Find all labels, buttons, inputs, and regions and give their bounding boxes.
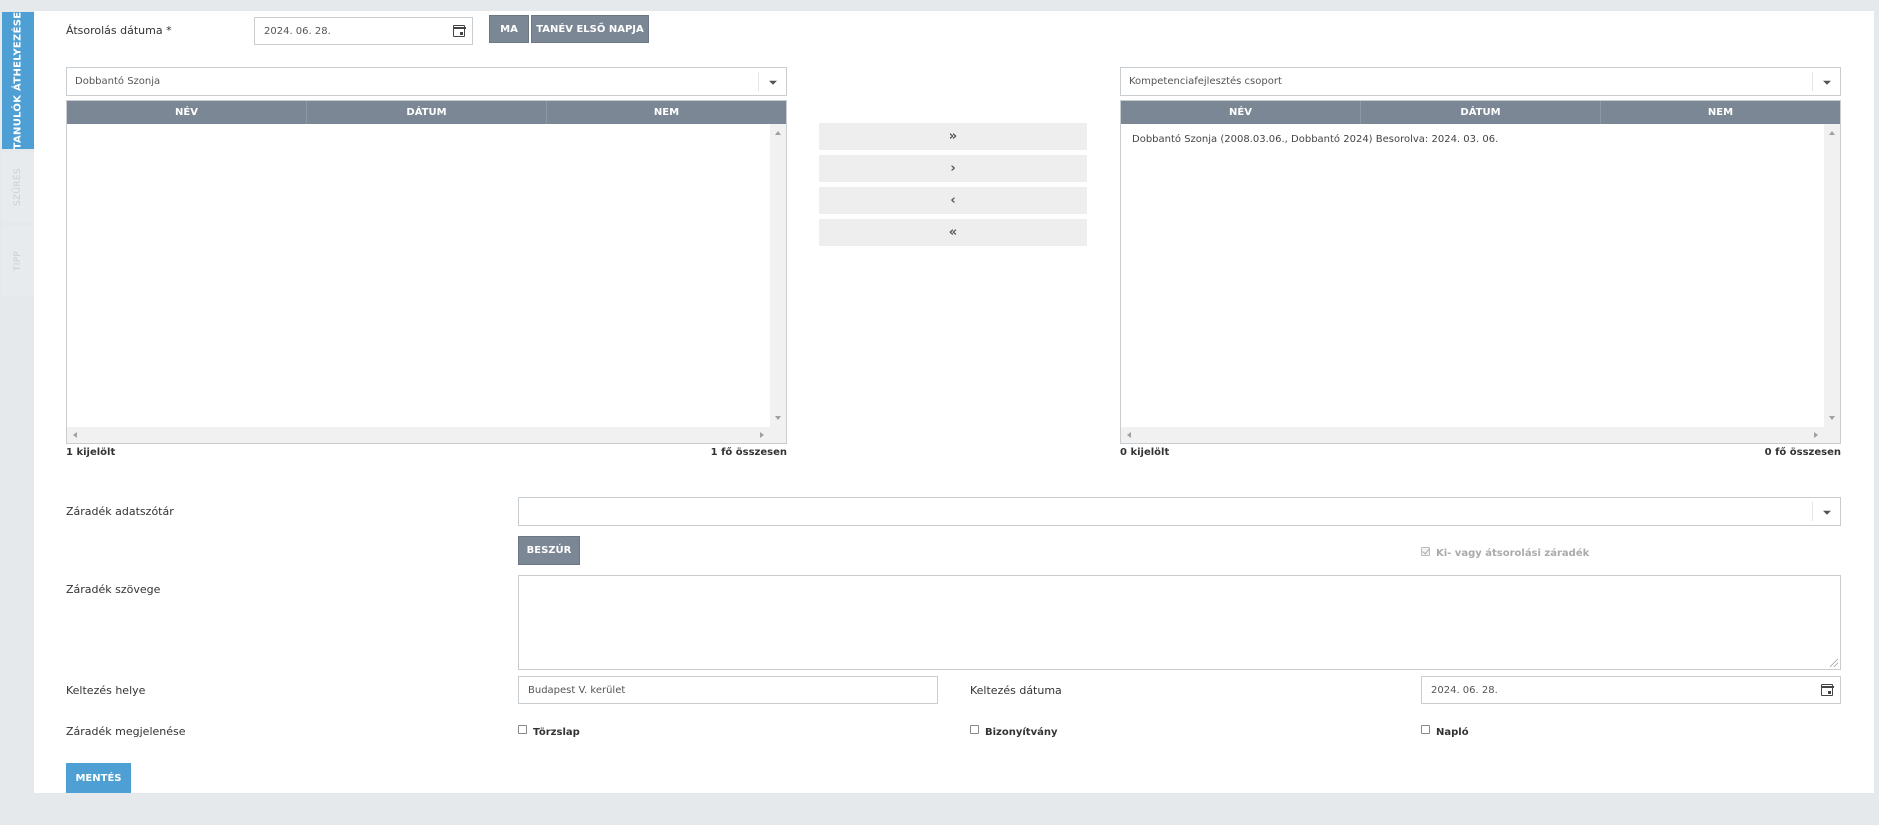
certificate-checkbox[interactable] (970, 725, 979, 734)
left-column-gender[interactable]: NEM (547, 101, 786, 124)
scroll-down-icon[interactable] (1829, 416, 1835, 420)
right-grid-horizontal-scrollbar[interactable] (1121, 427, 1840, 443)
issue-place-label: Keltezés helye (66, 684, 146, 697)
calendar-icon[interactable] (1820, 684, 1834, 696)
scroll-right-icon[interactable] (1814, 432, 1818, 438)
clause-appearance-label: Záradék megjelenése (66, 725, 186, 738)
tab-tip[interactable]: TIPP (2, 226, 34, 296)
certificate-label: Bizonyítvány (985, 727, 1058, 738)
double-chevron-left-icon: « (948, 225, 958, 240)
right-total-count: 0 fő összesen (1764, 447, 1841, 458)
right-column-date[interactable]: DÁTUM (1361, 101, 1601, 124)
tab-filter-label: SZŰRÉS (13, 168, 24, 206)
scroll-up-icon[interactable] (1829, 131, 1835, 135)
list-item[interactable]: Dobbantó Szonja (2008.03.06., Dobbantó 2… (1132, 134, 1498, 145)
resize-grip-icon[interactable] (1830, 659, 1838, 667)
left-column-date[interactable]: DÁTUM (307, 101, 547, 124)
issue-date-input[interactable]: 2024. 06. 28. (1421, 676, 1841, 704)
issue-date-value: 2024. 06. 28. (1431, 684, 1498, 696)
school-year-first-day-button[interactable]: TANÉV ELSŐ NAPJA (531, 15, 649, 43)
transfer-date-value: 2024. 06. 28. (264, 25, 331, 37)
left-group-select-value: Dobbantó Szonja (75, 76, 161, 87)
issue-place-input[interactable]: Budapest V. kerület (518, 676, 938, 704)
tab-student-transfer[interactable]: TANULÓK ÁTHELYEZÉSE (2, 12, 34, 149)
scroll-down-icon[interactable] (775, 416, 781, 420)
right-selected-count: 0 kijelölt (1120, 447, 1170, 458)
exit-clause-checkbox-label: Ki- vagy átsorolási záradék (1436, 548, 1590, 559)
move-left-button[interactable]: ‹ (819, 187, 1087, 214)
transfer-date-input[interactable]: 2024. 06. 28. (254, 17, 473, 45)
right-column-gender[interactable]: NEM (1601, 101, 1840, 124)
double-chevron-right-icon: » (948, 129, 958, 144)
insert-button[interactable]: BESZÚR (518, 536, 580, 565)
right-student-grid[interactable]: NÉV DÁTUM NEM Dobbantó Szonja (2008.03.0… (1120, 100, 1841, 444)
transfer-date-label: Átsorolás dátuma * (66, 24, 172, 37)
calendar-icon[interactable] (452, 25, 466, 37)
chevron-down-icon[interactable] (1812, 502, 1840, 521)
move-all-left-button[interactable]: « (819, 219, 1087, 246)
left-grid-horizontal-scrollbar[interactable] (67, 427, 786, 443)
move-right-button[interactable]: › (819, 155, 1087, 182)
tab-student-transfer-label: TANULÓK ÁTHELYEZÉSE (12, 11, 24, 150)
chevron-right-icon: › (950, 161, 956, 176)
chevron-left-icon: ‹ (950, 193, 956, 208)
issue-date-label: Keltezés dátuma (970, 684, 1062, 697)
right-grid-vertical-scrollbar[interactable] (1824, 124, 1840, 427)
clause-dictionary-select[interactable] (518, 497, 1841, 526)
left-total-count: 1 fő összesen (710, 447, 787, 458)
left-selected-count: 1 kijelölt (66, 447, 116, 458)
journal-label: Napló (1436, 727, 1469, 738)
register-sheet-checkbox[interactable] (518, 725, 527, 734)
scroll-right-icon[interactable] (760, 432, 764, 438)
clause-text-label: Záradék szövege (66, 583, 161, 596)
right-group-select-value: Kompetenciafejlesztés csoport (1129, 76, 1282, 87)
left-student-grid[interactable]: NÉV DÁTUM NEM (66, 100, 787, 444)
chevron-down-icon[interactable] (1812, 72, 1840, 91)
left-grid-vertical-scrollbar[interactable] (770, 124, 786, 427)
left-grid-header: NÉV DÁTUM NEM (67, 101, 786, 124)
right-grid-header: NÉV DÁTUM NEM (1121, 101, 1840, 124)
save-button[interactable]: MENTÉS (66, 763, 131, 793)
scroll-left-icon[interactable] (1127, 432, 1131, 438)
tab-tip-label: TIPP (13, 250, 23, 272)
scroll-up-icon[interactable] (775, 131, 781, 135)
main-panel: Átsorolás dátuma * 2024. 06. 28. MA TANÉ… (34, 11, 1874, 793)
register-sheet-label: Törzslap (533, 727, 580, 738)
scroll-left-icon[interactable] (73, 432, 77, 438)
right-column-name[interactable]: NÉV (1121, 101, 1361, 124)
today-button[interactable]: MA (489, 15, 529, 43)
chevron-down-icon[interactable] (758, 72, 786, 91)
left-column-name[interactable]: NÉV (67, 101, 307, 124)
move-all-right-button[interactable]: » (819, 123, 1087, 150)
issue-place-value: Budapest V. kerület (528, 684, 626, 696)
clause-text-area[interactable] (518, 575, 1841, 670)
exit-clause-checkbox[interactable] (1421, 547, 1430, 556)
left-group-select[interactable]: Dobbantó Szonja (66, 67, 787, 96)
journal-checkbox[interactable] (1421, 725, 1430, 734)
clause-dictionary-label: Záradék adatszótár (66, 505, 174, 518)
right-group-select[interactable]: Kompetenciafejlesztés csoport (1120, 67, 1841, 96)
tab-filter[interactable]: SZŰRÉS (2, 152, 34, 222)
side-tabs: TANULÓK ÁTHELYEZÉSE SZŰRÉS TIPP (0, 0, 34, 825)
